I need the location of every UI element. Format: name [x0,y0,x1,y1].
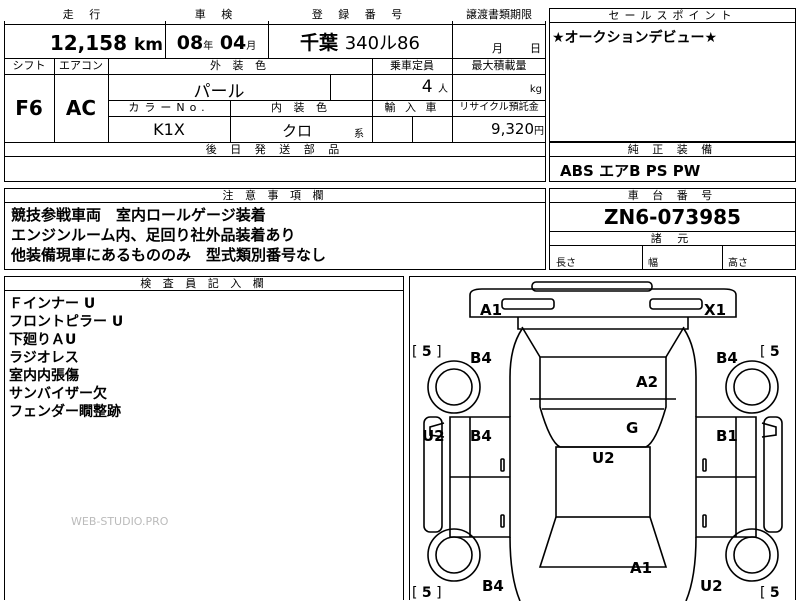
later-parts-header: 後 日 発 送 部 品 [205,143,345,156]
damage-mark-b1: B1 [716,427,738,445]
height-label: 高さ [728,258,748,269]
interior-header: 内 装 色 [271,101,331,114]
inspection-value: 08年 04月 [165,30,268,60]
mileage-unit: km [133,35,163,55]
notes-line: 他装備現車にあるもののみ 型式類別番号なし [11,246,327,264]
exterior-header: 外 装 色 [210,59,270,72]
color-no-header: カラーNo. [128,101,210,114]
transfer-date-header: 譲渡書類期限 [452,8,546,21]
damage-mark-a2: A2 [636,373,658,391]
tire-mark-front-right: [ 5 [760,344,780,360]
inspector-box: 検 査 員 記 入 欄 Ｆインナー U フロントピラー U 下廻りＡU ラジオレ… [4,276,404,600]
tire-mark-rear-right: [ 5 [760,585,780,601]
import-header: 輸 入 車 [384,101,440,114]
capacity-unit: 人 [438,84,448,95]
damage-mark-u2-center: U2 [592,449,615,467]
aircon-value: AC [65,96,97,120]
equipment-box: 純 正 装 備 ABS エアB PS PW [549,142,796,182]
sales-point-header: セールスポイント [550,9,795,23]
inspector-line: フェンダー瞯整跡 [9,404,121,420]
equipment-text: ABS エアB PS PW [560,162,701,180]
registration-header: 登 録 番 号 [268,8,452,21]
transfer-day-unit: 日 [530,42,541,55]
transfer-month-unit: 月 [492,42,503,55]
tire-mark-rear-left: [ 5 ] [412,585,442,601]
inspection-month: 04 [219,32,247,54]
dims-header: 諸 元 [550,231,795,246]
notes-box: 注 意 事 項 欄 競技参戦車両 室内ロールゲージ装着 エンジンルーム内、足回り… [4,188,546,270]
equipment-header: 純 正 装 備 [550,143,795,157]
chassis-number: ZN6-073985 [604,205,741,229]
color-no-value: K1X [153,120,185,139]
mileage-header: 走 行 [4,8,165,21]
width-label: 幅 [648,258,658,269]
mileage-number: 12,158 [49,31,127,55]
damage-mark-u2-left: U2 [422,427,445,445]
tire-mark-front-left: [ 5 ] [412,344,442,360]
registration-value: 千葉 340ル86 [268,30,452,57]
interior-suffix: 系 [354,129,364,140]
notes-line: エンジンルーム内、足回り社外品装着あり [11,226,296,244]
damage-mark-a1-bottom: A1 [630,559,652,577]
notes-line: 競技参戦車両 室内ロールゲージ装着 [11,206,266,224]
inspector-line: ラジオレス [9,350,79,366]
inspector-header: 検 査 員 記 入 欄 [5,277,403,291]
damage-mark-b4-bottom: B4 [482,577,504,595]
inspection-year-unit: 年 [203,41,214,52]
inspector-line: 下廻りＡU [9,332,77,348]
damage-mark-u2-bottom: U2 [700,577,723,595]
shift-header: シフト [12,59,46,72]
damage-mark-b4-mid: B4 [470,427,492,445]
length-label: 長さ [556,258,576,269]
damage-mark-b4-front-right: B4 [716,349,738,367]
damage-mark-b4-front-left: B4 [470,349,492,367]
inspector-line: 室内内張傷 [9,368,79,384]
capacity-value: 4 人 [372,77,452,97]
chassis-box: 車 台 番 号 ZN6-073985 諸 元 長さ 幅 高さ [549,188,796,270]
sales-point-text: ★オークションデビュー★ [552,30,718,46]
notes-header: 注 意 事 項 欄 [5,189,545,203]
inspection-month-unit: 月 [246,41,257,52]
sales-point-box: セールスポイント ★オークションデビュー★ [549,8,796,142]
recycle-fee: 9,320 [491,120,534,138]
recycle-unit: 円 [534,126,544,137]
inspector-line: サンバイザー欠 [9,386,107,402]
inspection-year: 08 [176,32,204,54]
registration-number: 340ル86 [344,33,420,54]
shift-value: F6 [15,96,43,120]
damage-mark-x1: X1 [704,301,726,319]
inspector-lines: Ｆインナー U フロントピラー U 下廻りＡU ラジオレス 室内内張傷 サンバイ… [5,291,403,425]
aircon-header: エアコン [59,59,103,72]
watermark: WEB-STUDIO.PRO [71,515,169,528]
interior-color: クロ [282,122,313,140]
notes-lines: 競技参戦車両 室内ロールゲージ装着 エンジンルーム内、足回り社外品装着あり 他装… [5,203,545,267]
recycle-header: リサイクル預託金 [459,102,539,113]
capacity-header: 乗車定員 [390,59,434,72]
car-diagram-box: A1 X1 B4 B4 A2 U2 B4 G B1 U2 A1 B4 U2 [ … [409,276,796,601]
mileage-value: 12,158 km [4,30,165,58]
damage-mark-g: G [626,419,638,437]
load-unit: kg [529,84,542,95]
max-load-header: 最大積載量 [471,59,527,72]
recycle-value: 9,320円 [452,120,546,138]
car-diagram: A1 X1 B4 B4 A2 U2 B4 G B1 U2 A1 B4 U2 [ … [412,281,783,601]
registration-area: 千葉 [300,32,339,54]
exterior-value: パール [193,82,245,102]
inspector-line: Ｆインナー U [9,296,96,312]
inspector-line: フロントピラー U [9,314,124,330]
inspection-header: 車 検 [165,8,268,21]
capacity-number: 4 [421,77,433,97]
damage-mark-a1-top: A1 [480,301,502,319]
chassis-header: 車 台 番 号 [550,189,795,203]
